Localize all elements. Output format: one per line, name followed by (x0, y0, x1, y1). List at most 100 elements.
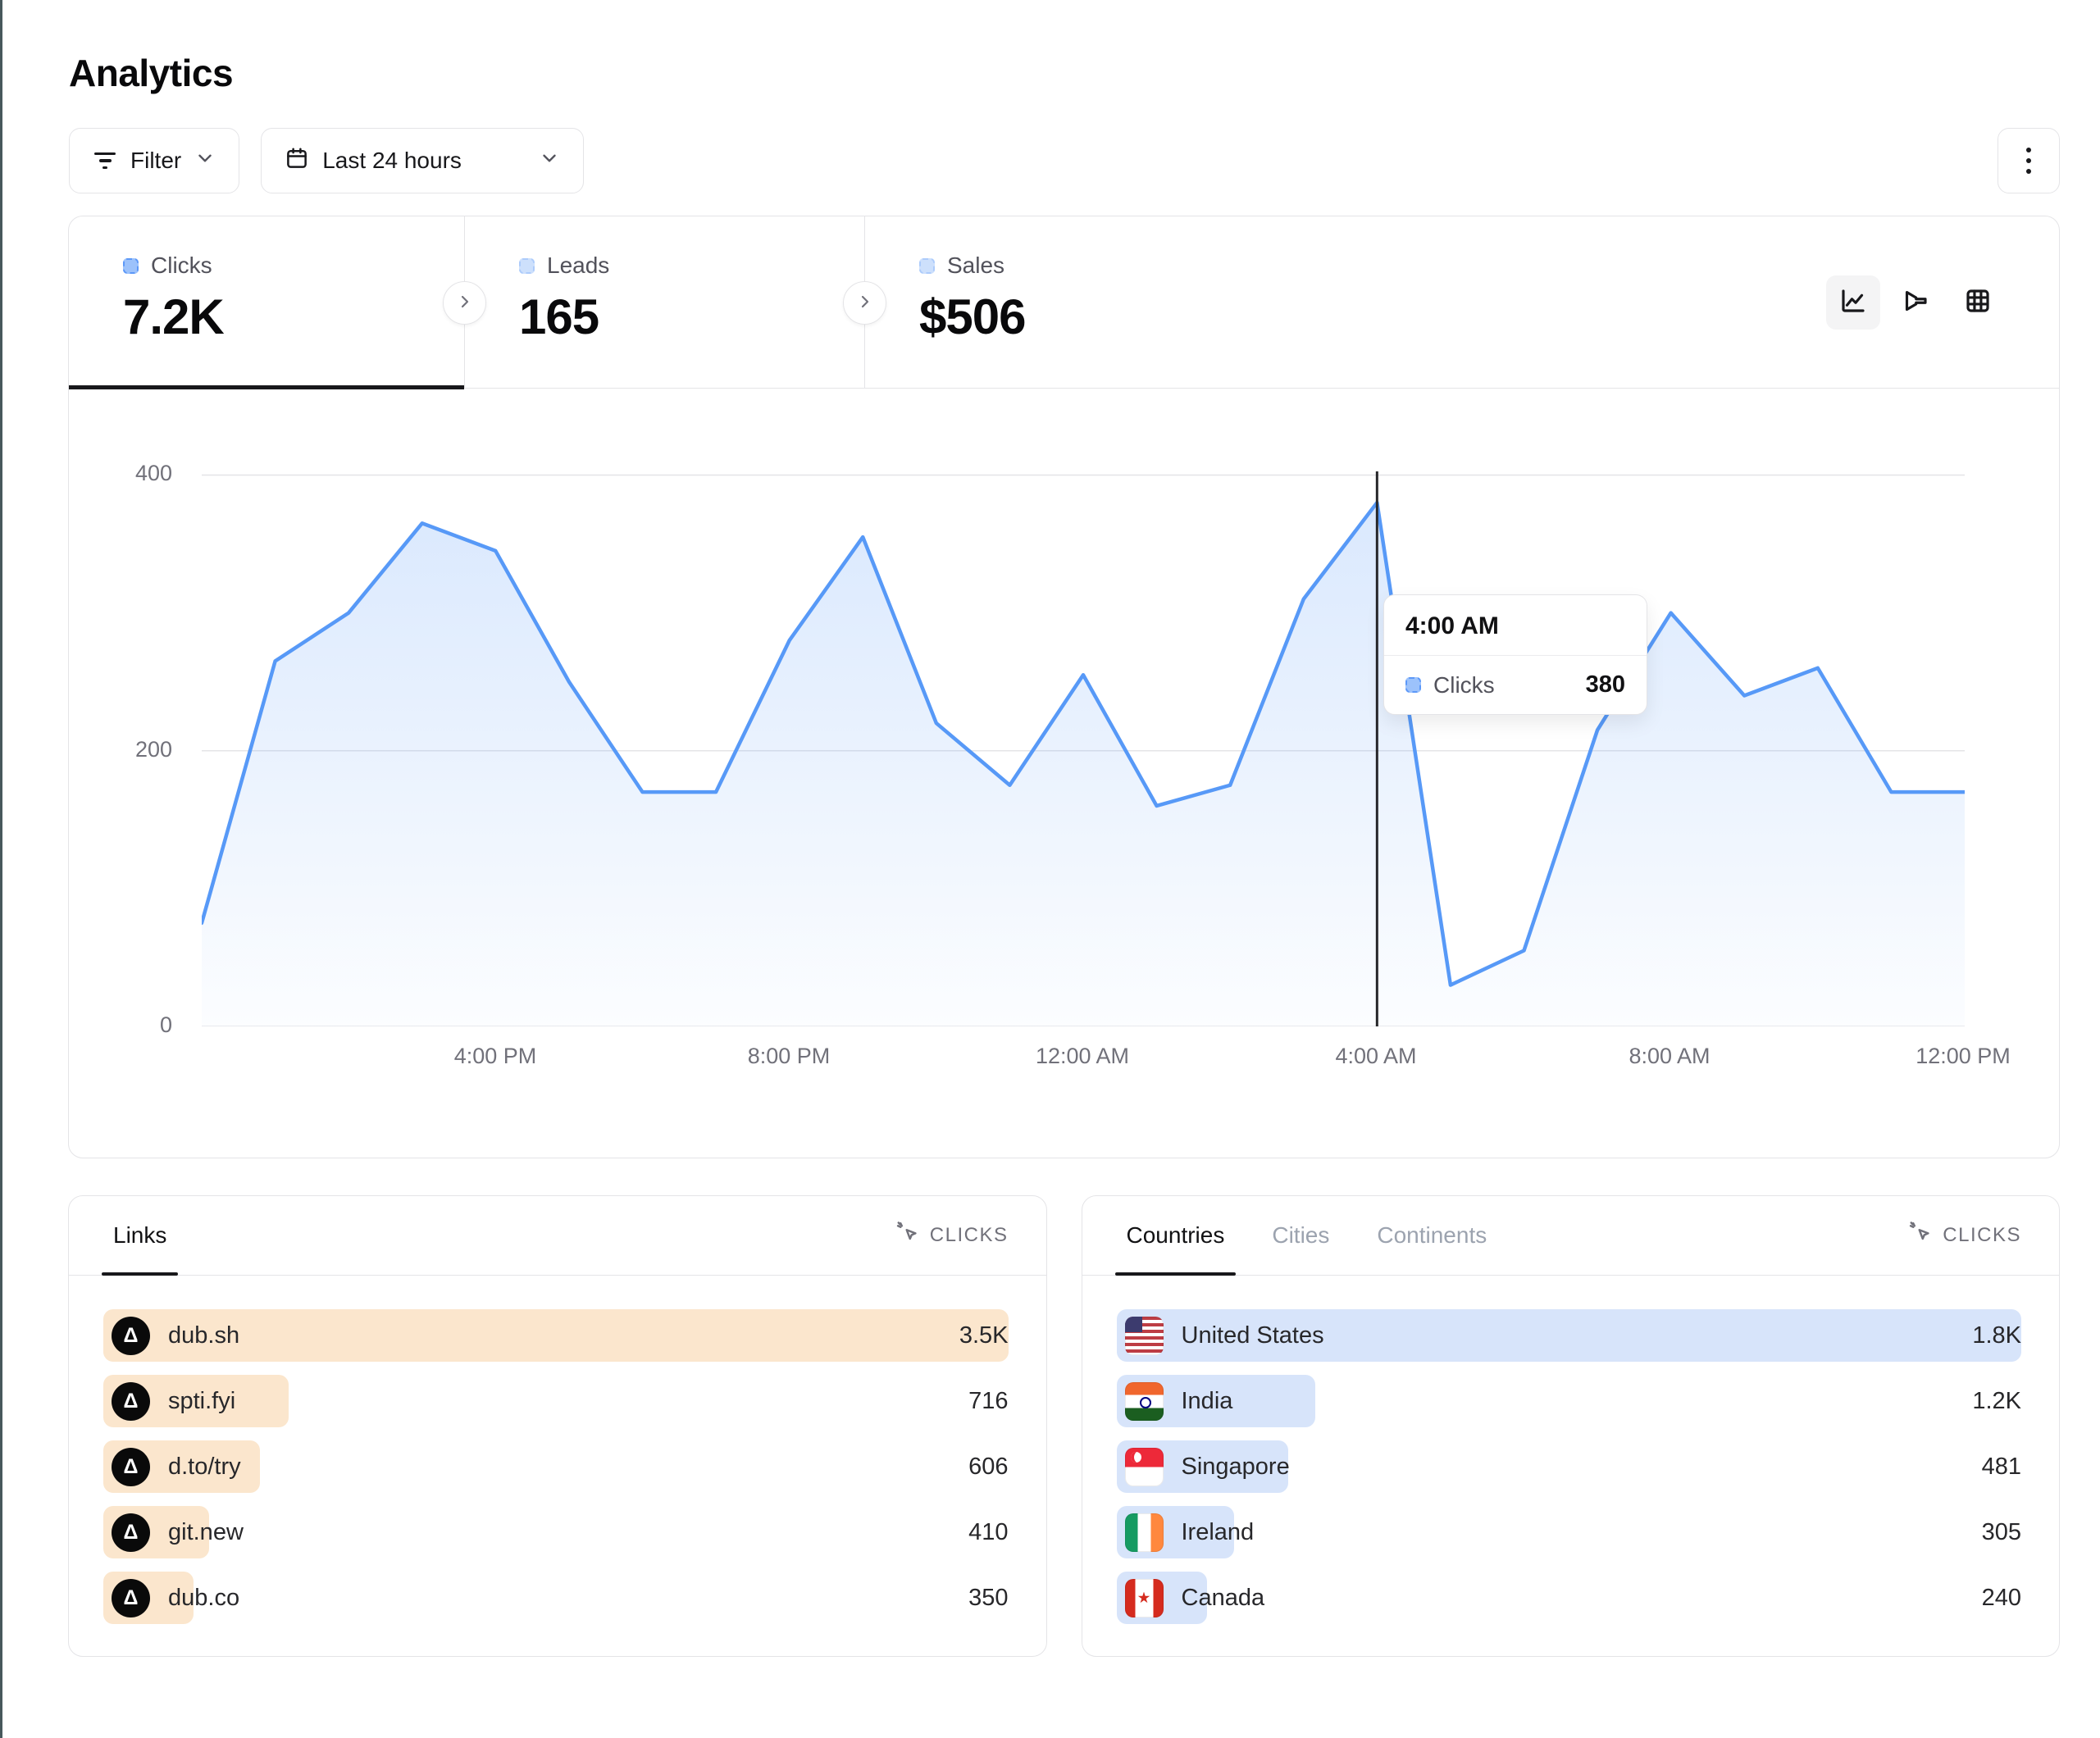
chart-view-switcher (1826, 275, 2059, 330)
countries-metric-label: CLICKS (1943, 1224, 2021, 1247)
countries-rows: United States 1.8K India 1.2K Singapore … (1082, 1276, 2060, 1624)
country-clicks-value: 1.2K (1972, 1388, 2021, 1415)
country-clicks-value: 1.8K (1972, 1322, 2021, 1349)
clicks-legend-square-icon (123, 258, 139, 274)
link-label: git.new (168, 1519, 244, 1546)
country-row[interactable]: India 1.2K (1117, 1375, 2022, 1427)
filter-button-label: Filter (130, 148, 181, 174)
expand-leads-sales-button[interactable] (843, 281, 886, 325)
link-row[interactable]: d.to/try 606 (103, 1440, 1009, 1493)
country-row[interactable]: United States 1.8K (1117, 1309, 2022, 1362)
chevron-down-icon (194, 148, 216, 175)
countries-panel-header: Countries Cities Continents CLICKS (1082, 1196, 2060, 1276)
links-panel-header: Links CLICKS (69, 1196, 1046, 1276)
link-row[interactable]: dub.co 350 (103, 1572, 1009, 1624)
link-row[interactable]: spti.fyi 716 (103, 1375, 1009, 1427)
toolbar: Filter Last 24 hours (69, 128, 2060, 193)
sales-tab-label: Sales (947, 253, 1004, 279)
link-label: spti.fyi (168, 1388, 235, 1415)
x-axis-tick: 8:00 PM (748, 1044, 831, 1069)
dub-logo-icon (112, 1579, 150, 1617)
tab-countries[interactable]: Countries (1115, 1196, 1237, 1275)
country-clicks-value: 305 (1982, 1519, 2021, 1546)
country-row[interactable]: Canada 240 (1117, 1572, 2022, 1624)
links-panel: Links CLICKS dub.sh 3.5K (68, 1195, 1047, 1657)
link-label: dub.sh (168, 1322, 239, 1349)
leads-legend-square-icon (519, 258, 535, 274)
funnel-icon (1901, 286, 1930, 318)
cities-tab-label: Cities (1272, 1222, 1329, 1249)
tooltip-series-label: Clicks (1433, 672, 1495, 698)
links-metric[interactable]: CLICKS (895, 1221, 1009, 1251)
date-range-label: Last 24 hours (322, 148, 462, 174)
country-label: India (1182, 1388, 1233, 1415)
chevron-right-icon (855, 292, 875, 314)
tab-clicks[interactable]: Clicks 7.2K (69, 216, 464, 388)
breakdown-panels: Links CLICKS dub.sh 3.5K (68, 1195, 2060, 1657)
y-axis-tick: 0 (160, 1012, 172, 1038)
kebab-menu-button[interactable] (1998, 128, 2060, 193)
sales-legend-square-icon (919, 258, 935, 274)
singapore-flag-icon (1125, 1448, 1164, 1486)
filter-icon (93, 152, 117, 170)
dub-logo-icon (112, 1317, 150, 1355)
filter-button[interactable]: Filter (69, 128, 239, 193)
links-metric-label: CLICKS (930, 1224, 1009, 1247)
calendar-icon (285, 146, 309, 176)
y-axis-tick: 200 (135, 737, 172, 762)
countries-metric[interactable]: CLICKS (1908, 1221, 2021, 1251)
link-clicks-value: 410 (968, 1519, 1008, 1546)
clicks-chart[interactable]: 400 200 0 4:00 PM 8:00 PM 12:00 AM 4:00 … (202, 434, 1963, 1090)
clicks-value: 7.2K (123, 289, 464, 345)
tab-continents[interactable]: Continents (1365, 1196, 1498, 1275)
country-clicks-value: 481 (1982, 1454, 2021, 1481)
tab-links[interactable]: Links (102, 1196, 178, 1275)
x-axis-tick: 4:00 PM (454, 1044, 537, 1069)
x-axis-tick: 4:00 AM (1335, 1044, 1416, 1069)
tab-cities[interactable]: Cities (1260, 1196, 1341, 1275)
link-row[interactable]: dub.sh 3.5K (103, 1309, 1009, 1362)
tooltip-value: 380 (1586, 671, 1625, 698)
link-label: dub.co (168, 1585, 239, 1612)
y-axis-tick: 400 (135, 461, 172, 486)
country-clicks-value: 240 (1982, 1585, 2021, 1612)
date-range-button[interactable]: Last 24 hours (261, 128, 584, 193)
link-clicks-value: 350 (968, 1585, 1008, 1612)
country-label: United States (1182, 1322, 1324, 1349)
link-clicks-value: 606 (968, 1454, 1008, 1481)
clicks-tab-label: Clicks (151, 253, 212, 279)
sales-value: $506 (919, 289, 1264, 345)
links-tab-label: Links (113, 1222, 166, 1249)
us-flag-icon (1125, 1317, 1164, 1355)
window-left-edge (0, 0, 2, 1738)
country-row[interactable]: Singapore 481 (1117, 1440, 2022, 1493)
chevron-down-icon (539, 148, 560, 175)
cursor-click-icon (895, 1221, 920, 1251)
chart-svg (202, 434, 1965, 1026)
link-label: d.to/try (168, 1454, 241, 1481)
country-row[interactable]: Ireland 305 (1117, 1506, 2022, 1558)
tooltip-time: 4:00 AM (1384, 595, 1647, 656)
funnel-view-button[interactable] (1888, 275, 1943, 330)
tab-leads[interactable]: Leads 165 (464, 216, 864, 388)
link-row[interactable]: git.new 410 (103, 1506, 1009, 1558)
tab-sales[interactable]: Sales $506 (864, 216, 1264, 388)
dub-logo-icon (112, 1513, 150, 1552)
continents-tab-label: Continents (1377, 1222, 1487, 1249)
country-label: Ireland (1182, 1519, 1255, 1546)
page-title: Analytics (69, 51, 2100, 95)
line-chart-view-button[interactable] (1826, 275, 1880, 330)
link-clicks-value: 716 (968, 1388, 1008, 1415)
link-clicks-value: 3.5K (959, 1322, 1009, 1349)
expand-clicks-leads-button[interactable] (443, 281, 486, 325)
table-grid-icon (1963, 286, 1993, 318)
tooltip-legend-square-icon (1405, 677, 1421, 693)
cursor-click-icon (1908, 1221, 1933, 1251)
ireland-flag-icon (1125, 1513, 1164, 1552)
table-view-button[interactable] (1951, 275, 2005, 330)
x-axis-tick: 12:00 PM (1916, 1044, 2011, 1069)
stats-tab-bar: Clicks 7.2K Leads 165 Sales $506 (69, 216, 2059, 389)
countries-panel: Countries Cities Continents CLICKS Unite… (1082, 1195, 2061, 1657)
links-rows: dub.sh 3.5K spti.fyi 716 d.to/try 606 (69, 1276, 1046, 1624)
chevron-right-icon (455, 292, 475, 314)
